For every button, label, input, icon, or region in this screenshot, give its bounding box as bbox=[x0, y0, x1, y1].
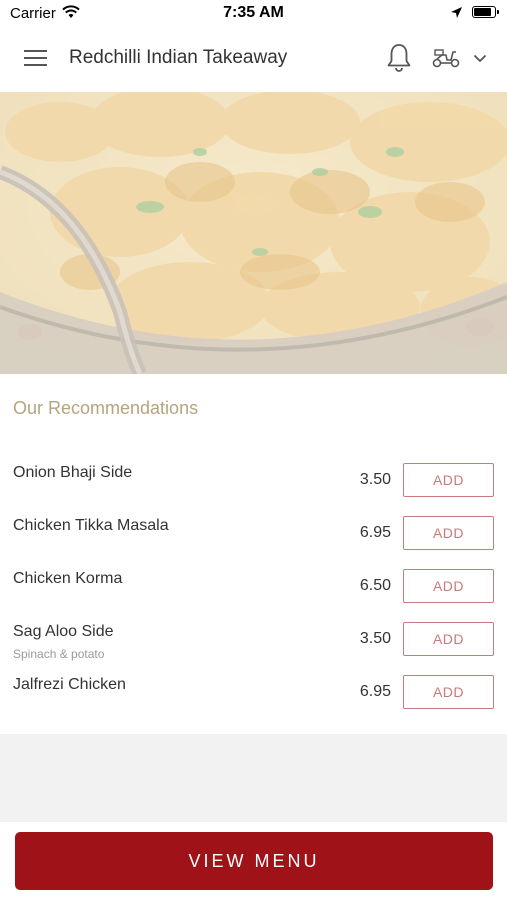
hero-image bbox=[0, 92, 507, 374]
add-button[interactable]: ADD bbox=[403, 675, 494, 709]
item-name: Sag Aloo Side bbox=[13, 623, 114, 640]
app-header: Redchilli Indian Takeaway bbox=[0, 26, 507, 92]
status-bar: Carrier 7:35 AM bbox=[0, 0, 507, 26]
item-name: Chicken Korma bbox=[13, 570, 123, 587]
list-item: Onion Bhaji Side 3.50 ADD bbox=[0, 444, 507, 497]
item-name: Jalfrezi Chicken bbox=[13, 676, 126, 693]
add-button[interactable]: ADD bbox=[403, 569, 494, 603]
item-price: 3.50 bbox=[359, 630, 391, 647]
list-item: Chicken Korma 6.50 ADD bbox=[0, 550, 507, 603]
location-arrow-icon bbox=[451, 7, 462, 18]
section-title: Our Recommendations bbox=[13, 398, 199, 418]
battery-icon bbox=[472, 6, 499, 18]
list-item: Jalfrezi Chicken 6.95 ADD bbox=[0, 656, 507, 709]
add-button[interactable]: ADD bbox=[403, 516, 494, 550]
battery-level bbox=[474, 8, 491, 16]
item-name: Onion Bhaji Side bbox=[13, 464, 133, 481]
page-title: Redchilli Indian Takeaway bbox=[69, 47, 288, 68]
list-item: Sag Aloo Side Spinach & potato 3.50 ADD bbox=[0, 603, 507, 661]
clock: 7:35 AM bbox=[223, 4, 284, 21]
scooter-icon[interactable] bbox=[431, 47, 461, 69]
view-menu-button[interactable]: VIEW MENU bbox=[15, 832, 493, 890]
chevron-down-icon[interactable] bbox=[473, 54, 487, 63]
item-name: Chicken Tikka Masala bbox=[13, 517, 169, 534]
item-price: 3.50 bbox=[359, 471, 391, 488]
add-button[interactable]: ADD bbox=[403, 463, 494, 497]
item-price: 6.95 bbox=[359, 683, 391, 700]
list-item: Chicken Tikka Masala 6.95 ADD bbox=[0, 497, 507, 550]
menu-icon[interactable] bbox=[24, 50, 47, 67]
item-price: 6.95 bbox=[359, 524, 391, 541]
item-price: 6.50 bbox=[359, 577, 391, 594]
bell-icon[interactable] bbox=[386, 43, 412, 73]
add-button[interactable]: ADD bbox=[403, 622, 494, 656]
recommendations-list: Onion Bhaji Side 3.50 ADD Chicken Tikka … bbox=[0, 444, 507, 709]
